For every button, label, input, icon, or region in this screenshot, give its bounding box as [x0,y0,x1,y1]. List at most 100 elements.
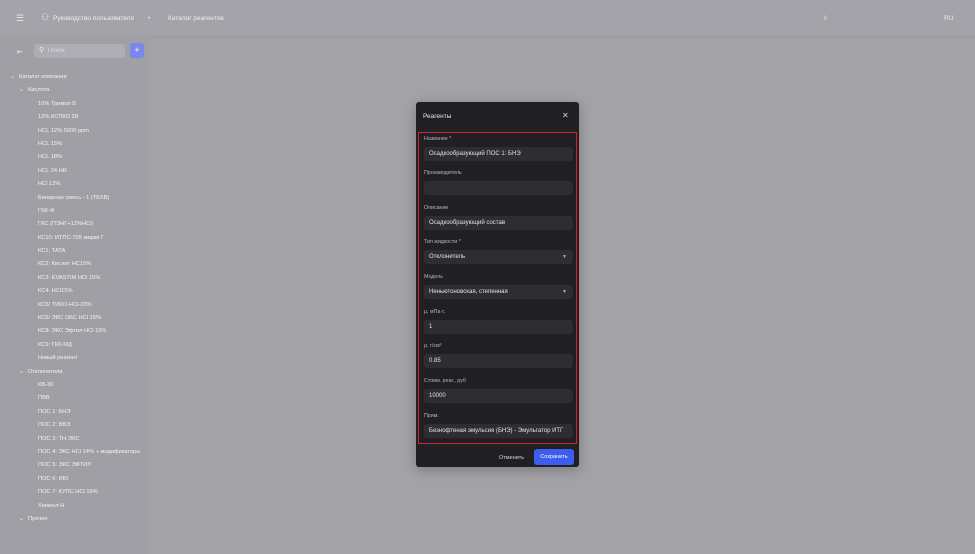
tree-item-reagent[interactable]: ПОС 7: КУПС НСl 15% [0,486,148,499]
tree-item-reagent[interactable]: КС2: Кислит НС15% [0,258,148,271]
field-input[interactable] [424,181,573,195]
chevron-down-icon[interactable]: ⌄ [19,513,28,526]
lightbulb-icon[interactable]: ♁ [822,12,829,22]
search-box[interactable]: ⚲ [34,44,125,58]
tree-item-reagent[interactable]: 12% КСПКО 28 [0,111,148,124]
breadcrumb-reagent-catalog: Каталог реагентов [168,15,224,22]
tree-item-label: КС2: Кислит НС15% [38,261,92,268]
tree-item-reagent[interactable]: Химеол-Н [0,500,148,513]
field-value: Отклонитель [429,254,466,260]
tree-item-label: HCL 12% 5000 ppm [38,127,90,134]
field-value: 0.85 [429,358,441,364]
tree-item-label: КВ-30 [38,381,54,388]
dialog-header: Реагенты ✕ [416,102,579,132]
field-label: μ, мПа·с [424,309,445,315]
tree-item-reagent[interactable]: ГБК-Ф [0,205,148,218]
tree-item-label: КС1: ТАТА [38,248,66,255]
field-select[interactable]: Отклонитель ▼ [424,250,573,264]
chevron-down-icon[interactable]: ⌄ [19,84,28,97]
collapse-icon[interactable]: ⇤ [17,48,23,56]
top-bar: ☰ ⚇ Руководство пользователя • Каталог р… [0,0,975,37]
tree-item-reagent[interactable]: HCL 18% [0,151,148,164]
tree-item-label: КС6/ ЭКС ОБС HCl 15% [38,315,101,322]
search-icon: ⚲ [39,47,45,54]
tree-item-reagent[interactable]: Новый реагент [0,352,148,365]
field-label: Описание [424,205,449,211]
tree-group[interactable]: ⌄ Кислота [0,84,148,97]
field-value: Осадкообразующий ПОС 1: БНЭ [429,151,521,157]
tree-item-reagent[interactable]: КС9: ГКК-МД [0,339,148,352]
catalog-tree: ⌄ Каталог компании ⌄ Кислота 10% Тримол Б 12%… [0,71,148,526]
chevron-down-icon: ▼ [562,254,567,260]
tree-item-reagent[interactable]: КС4: HCl15% [0,285,148,298]
tree-item-label: HCL 15% [38,140,63,147]
tree-item-reagent[interactable]: КС1: ТАТА [0,245,148,258]
tree-item-label: КС10: ИТПС-705 марки Г [38,234,105,241]
field-input[interactable]: 1 [424,320,573,334]
chevron-down-icon[interactable]: ⌄ [19,366,28,379]
save-button[interactable]: Сохранить [534,449,574,465]
tree-item-reagent[interactable]: КС6/ ЭКС ОБС HCl 15% [0,312,148,325]
tree-item-reagent[interactable]: ПОС 5: ЭКС ЭФТИЛ [0,459,148,472]
tree-group[interactable]: ⌄ Отклонители [0,366,148,379]
menu-icon[interactable]: ☰ [16,13,24,24]
field-input[interactable]: Осадкообразующий ПОС 1: БНЭ [424,147,573,161]
chevron-down-icon[interactable]: ⌄ [10,71,19,84]
tree-item-reagent[interactable]: HCl 12% [0,178,148,191]
tree-item-label: Отклонители [28,368,63,375]
field-value: Осадкообразующий состав [429,220,506,226]
tree-item-reagent[interactable]: ПОС 4: ЭКС НСl 14% + модификаторы [0,446,148,459]
chevron-down-icon: ▼ [562,289,567,295]
tree-item-reagent[interactable]: КС5/ ТИКО-НСl-20% [0,299,148,312]
tree-item-reagent[interactable]: КС3: EVASTIM HCl 15% [0,272,148,285]
tree-item-label: КС5/ ТИКО-НСl-20% [38,301,92,308]
tree-item-label: ГКС (ПЭНГ+12%HCl) [38,221,94,228]
tree-item-label: ПОС 2: ВВЭ [38,422,71,429]
language-switcher[interactable]: RU [944,15,953,22]
field-input[interactable]: 10000 [424,389,573,403]
search-input[interactable] [48,46,118,56]
tree-item-label: Каталог компании [19,74,67,80]
tree-item-label: ПОС 5: ЭКС ЭФТИЛ [38,462,91,469]
field-select[interactable]: Неньютоновская, степенная ▼ [424,285,573,299]
tree-item-reagent[interactable]: КВ-30 [0,379,148,392]
tree-item-label: 10% Тримол Б [38,100,77,107]
tree-item-label: Прочее [28,515,48,522]
tree-item-reagent[interactable]: ГКС (ПЭНГ+12%HCl) [0,218,148,231]
cancel-button[interactable]: Отменить [499,455,524,461]
field-input[interactable]: Осадкообразующий состав [424,216,573,230]
tree-item-label: Бинарная смесь - 1 (ТБХВ) [38,194,110,201]
tree-item-label: ПОС 6: ИЮ [38,475,69,482]
tree-item-reagent[interactable]: КС8: ЭКС Эфтил HCl 15% [0,325,148,338]
tree-item-label: HCL 18% [38,154,63,161]
tree-group[interactable]: ⌄ Каталог компании [0,71,148,84]
tree-item-label: ГБК-Ф [38,207,55,214]
tree-item-label: ПОС 1: БНЭ [38,408,71,415]
field-input[interactable]: 0.85 [424,354,573,368]
tree-item-reagent[interactable]: ПОС 1: БНЭ [0,406,148,419]
dialog-title: Реагенты [423,113,452,120]
tree-item-reagent[interactable]: ПОС 6: ИЮ [0,473,148,486]
tree-item-reagent[interactable]: 10% Тримол Б [0,98,148,111]
tree-item-label: Химеол-Н [38,502,65,509]
tree-item-reagent[interactable]: HCL 12% 5000 ppm [0,125,148,138]
sidebar: ⇤ ⚲ + ⌄Каталог компании⌄Кислота10% Тримо… [0,38,148,554]
field-value: Неньютоновская, степенная [429,289,508,295]
field-value: 1 [429,324,433,330]
tree-item-reagent[interactable]: HCL 15% [0,138,148,151]
tree-item-reagent[interactable]: ПОС 3: ТН-ЭКС [0,433,148,446]
field-label: Прим. [424,413,439,419]
tree-group[interactable]: ⌄ Прочее [0,513,148,526]
tree-item-reagent[interactable]: HCL 24 HR [0,165,148,178]
tree-item-reagent[interactable]: КС10: ИТПС-705 марки Г [0,232,148,245]
field-input[interactable]: Безнофтеная эмульсия (БНЭ) - Эмульгатор … [424,424,573,438]
breadcrumb-user-guide[interactable]: Руководство пользователя [53,15,134,22]
tree-item-label: Кислота [28,87,50,94]
tree-item-label: ПОС 7: КУПС НСl 15% [38,489,98,496]
add-button[interactable]: + [130,43,144,58]
tree-item-reagent[interactable]: ПВВ [0,392,148,405]
tree-item-reagent[interactable]: ПОС 2: ВВЭ [0,419,148,432]
tree-item-reagent[interactable]: Бинарная смесь - 1 (ТБХВ) [0,192,148,205]
close-icon[interactable]: ✕ [562,111,569,120]
field-label: Тип жидкости * [424,239,461,245]
